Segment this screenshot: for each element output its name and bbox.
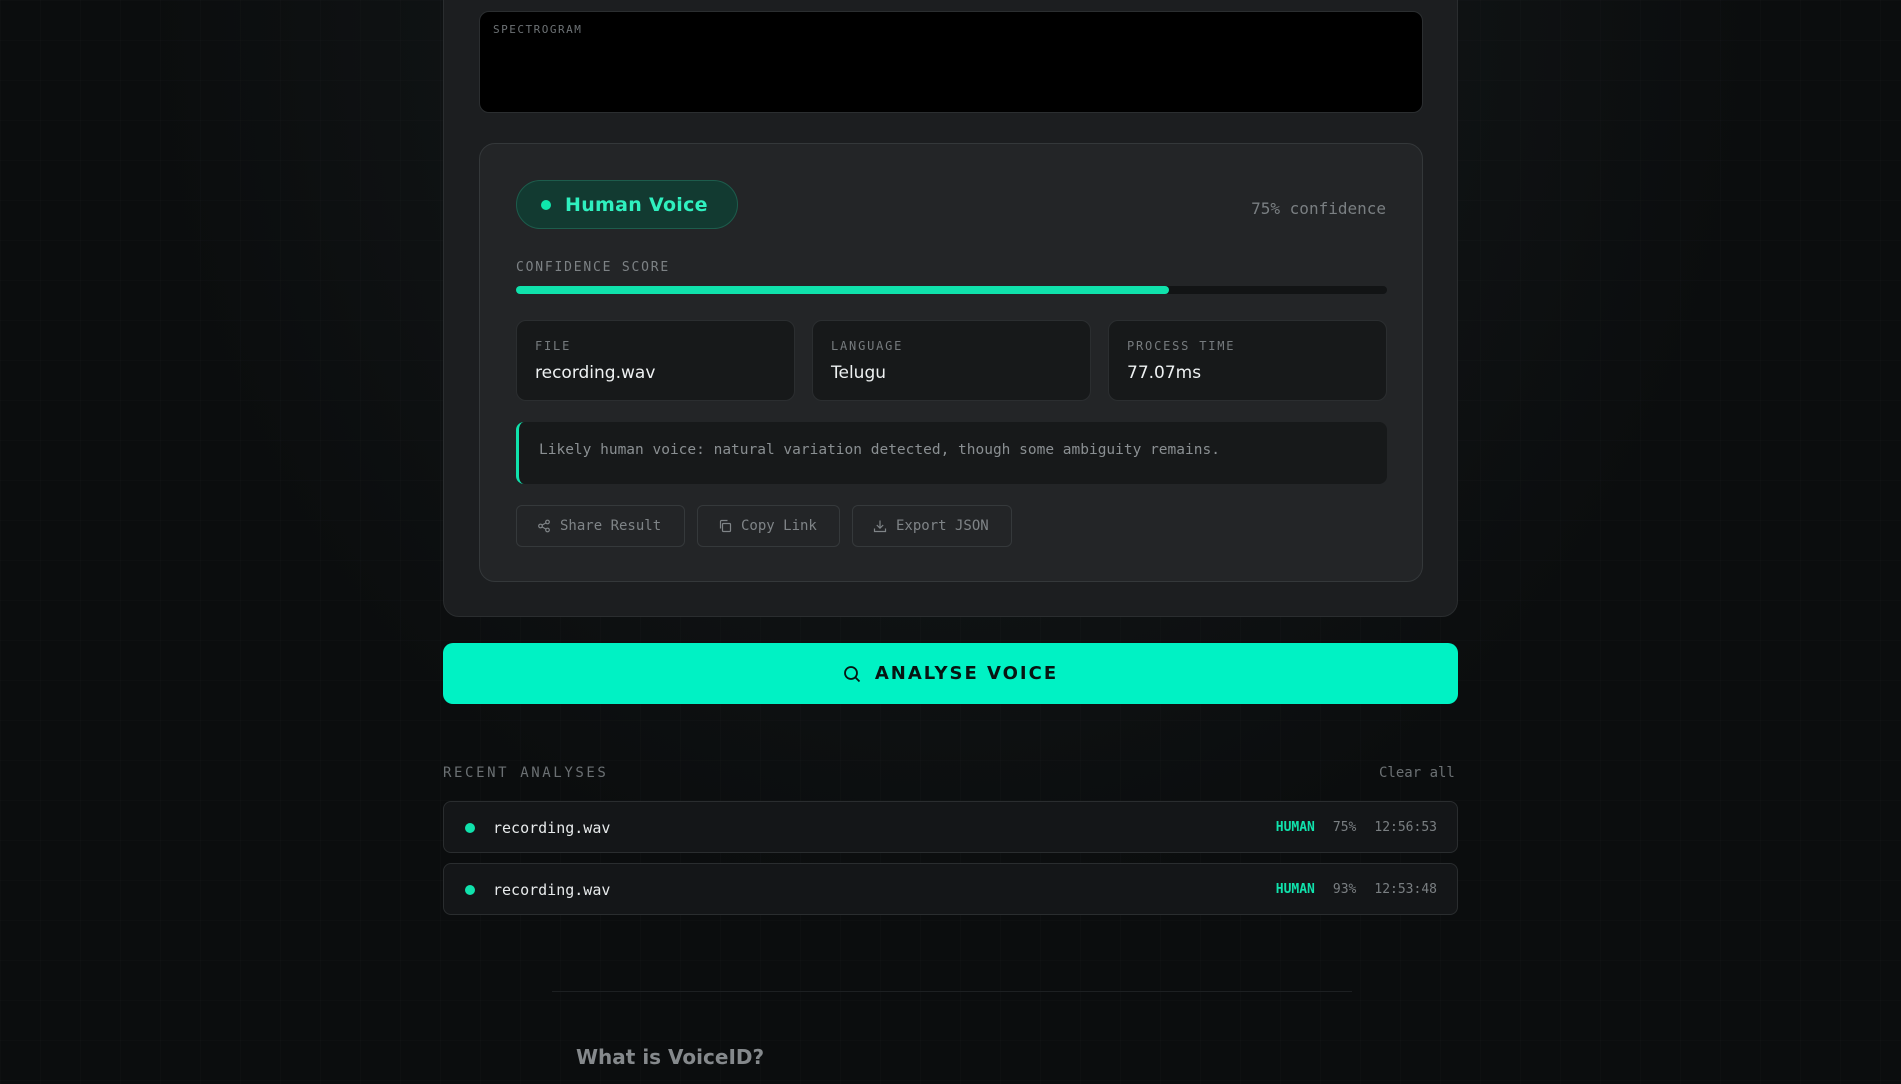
recent-verdict: HUMAN — [1275, 820, 1315, 835]
info-box-language: LANGUAGE Telugu — [812, 320, 1091, 401]
status-dot-icon — [465, 823, 475, 833]
result-explanation-text: Likely human voice: natural variation de… — [539, 442, 1220, 458]
confidence-score-bar — [516, 286, 1387, 294]
search-icon — [843, 665, 860, 682]
copy-icon — [719, 519, 732, 533]
result-explanation: Likely human voice: natural variation de… — [516, 422, 1387, 484]
confidence-text: 75% confidence — [1251, 199, 1386, 218]
info-label: FILE — [535, 339, 572, 353]
verdict-dot-icon — [541, 199, 551, 210]
analyse-voice-button[interactable]: ANALYSE VOICE — [443, 643, 1458, 704]
share-result-label: Share Result — [560, 518, 662, 534]
confidence-score-fill — [516, 286, 1170, 294]
recent-confidence: 93% — [1332, 882, 1357, 897]
status-dot-icon — [465, 885, 475, 895]
download-icon — [873, 520, 887, 533]
recent-meta: HUMAN 75% 12:56:53 — [1276, 820, 1437, 835]
recent-verdict: HUMAN — [1275, 882, 1315, 897]
result-card: Human Voice 75% confidence CONFIDENCE SC… — [479, 143, 1423, 582]
recent-file-name: recording.wav — [493, 881, 611, 899]
export-json-label: Export JSON — [896, 518, 989, 534]
spectrogram-canvas: SPECTROGRAM — [479, 11, 1423, 113]
recent-analyses-heading: RECENT ANALYSES — [443, 765, 609, 781]
recent-analysis-row[interactable]: recording.wav HUMAN 75% 12:56:53 — [443, 801, 1458, 853]
recent-time: 12:53:48 — [1374, 882, 1437, 897]
faq-heading: What is VoiceID? — [576, 1045, 765, 1069]
info-box-process-time: PROCESS TIME 77.07ms — [1108, 320, 1387, 401]
info-value: recording.wav — [535, 363, 656, 383]
copy-link-label: Copy Link — [741, 518, 817, 534]
share-icon — [538, 519, 550, 533]
info-label: LANGUAGE — [831, 339, 904, 353]
share-result-button[interactable]: Share Result — [516, 505, 685, 547]
info-label: PROCESS TIME — [1127, 339, 1236, 353]
section-divider — [552, 991, 1352, 992]
recent-meta: HUMAN 93% 12:53:48 — [1276, 882, 1437, 897]
info-box-file: FILE recording.wav — [516, 320, 795, 401]
verdict-badge: Human Voice — [516, 180, 738, 229]
copy-link-button[interactable]: Copy Link — [697, 505, 840, 547]
recent-file-name: recording.wav — [493, 819, 611, 837]
recent-analysis-row[interactable]: recording.wav HUMAN 93% 12:53:48 — [443, 863, 1458, 915]
export-json-button[interactable]: Export JSON — [852, 505, 1012, 547]
spectrogram-label: SPECTROGRAM — [493, 23, 583, 36]
confidence-score-label: CONFIDENCE SCORE — [516, 260, 671, 275]
recent-confidence: 75% — [1332, 820, 1357, 835]
recent-time: 12:56:53 — [1374, 820, 1437, 835]
info-value: 77.07ms — [1127, 363, 1202, 383]
analyse-voice-label: ANALYSE VOICE — [874, 663, 1059, 684]
info-value: Telugu — [831, 363, 887, 383]
clear-all-button[interactable]: Clear all — [1379, 765, 1455, 781]
verdict-label: Human Voice — [565, 193, 708, 216]
